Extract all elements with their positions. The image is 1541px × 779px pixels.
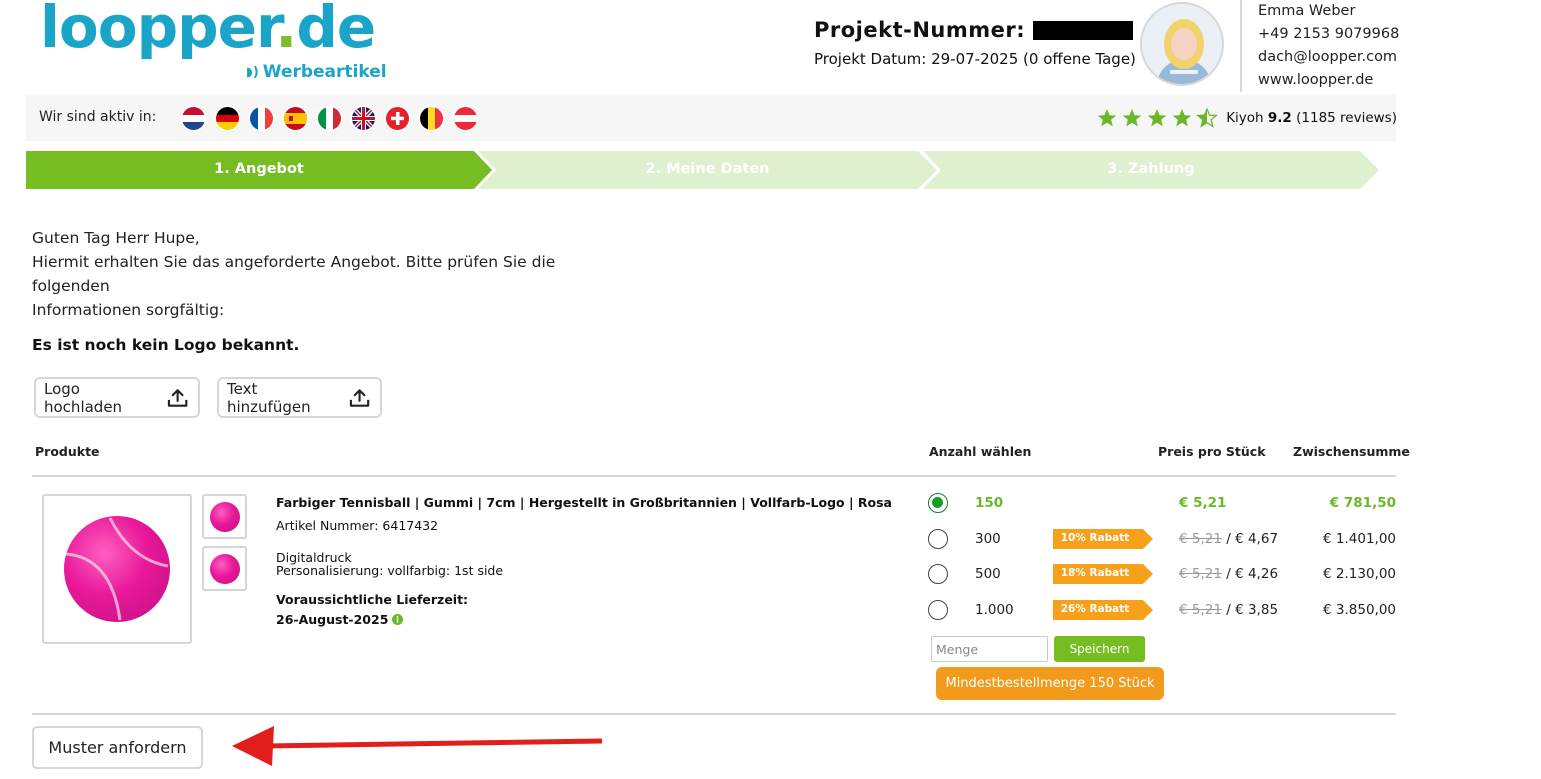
project-date: Projekt Datum: 29-07-2025 (0 offene Tage… (814, 50, 1136, 68)
flag-de-icon[interactable] (216, 107, 239, 130)
upload-icon (349, 388, 370, 407)
step-zahlung[interactable]: 3. Zahlung (923, 161, 1379, 177)
upload-logo-label: Logo hochladen (44, 379, 123, 416)
unit-price: € 5,21 / € 4,67 (1179, 531, 1279, 547)
qty-option[interactable]: 150 (975, 495, 1003, 511)
star-rating-icon (1097, 108, 1219, 128)
product-thumbnail-1[interactable] (202, 494, 247, 539)
tennis-ball-thumbnail (209, 553, 240, 584)
redacted-block (1033, 20, 1134, 40)
rating-count: (1185 reviews) (1296, 110, 1397, 126)
country-label: Wir sind aktiv in: (39, 109, 157, 125)
qty-radio-150[interactable] (928, 493, 948, 513)
delivery-label: Voraussichtliche Lieferzeit: (276, 592, 469, 607)
flag-ch-icon[interactable] (386, 107, 409, 130)
intro-text: Guten Tag Herr Hupe, Hiermit erhalten Si… (32, 226, 632, 322)
greeting: Guten Tag Herr Hupe, (32, 229, 200, 247)
logo-wordmark: loopper.de (40, 0, 376, 61)
product-image[interactable] (42, 494, 192, 644)
country-bar: Wir sind aktiv in: Kiyoh 9.2 (1185 revie… (26, 95, 1397, 141)
header-subtotal: Zwischensumme (1293, 444, 1410, 459)
qty-radio-1000[interactable] (928, 600, 948, 620)
qty-option[interactable]: 500 (975, 566, 1001, 582)
flag-fr-icon[interactable] (250, 107, 273, 130)
flag-at-icon[interactable] (454, 107, 477, 130)
qty-radio-500[interactable] (928, 564, 948, 584)
save-quantity-button[interactable]: Speichern (1054, 636, 1145, 662)
qty-option[interactable]: 1.000 (975, 602, 1014, 618)
step-meine-daten[interactable]: 2. Meine Daten (478, 161, 937, 177)
contact-email[interactable]: dach@loopper.com (1258, 46, 1399, 69)
tennis-ball-image (64, 516, 170, 622)
red-arrow-annotation (232, 726, 603, 766)
upload-icon (167, 388, 188, 407)
contact-phone[interactable]: +49 2153 9079968 (1258, 23, 1399, 46)
contact-details: Emma Weber +49 2153 9079968 dach@loopper… (1258, 0, 1399, 92)
flag-es-icon[interactable] (284, 107, 307, 130)
kiyoh-rating[interactable]: Kiyoh 9.2 (1185 reviews) (1097, 108, 1397, 128)
qty-radio-300[interactable] (928, 529, 948, 549)
person-avatar-icon (1142, 4, 1222, 84)
product-title: Farbiger Tennisball | Gummi | 7cm | Herg… (276, 495, 892, 510)
request-sample-button[interactable]: Muster anfordern (32, 726, 203, 769)
row-subtotal: € 781,50 (1329, 495, 1396, 511)
discount-badge: 26% Rabatt (1053, 600, 1153, 620)
intro-line-2: Informationen sorgfältig: (32, 301, 225, 319)
row-subtotal: € 2.130,00 (1323, 566, 1396, 582)
rating-score: 9.2 (1267, 110, 1292, 126)
flag-gb-icon[interactable] (352, 107, 375, 130)
delivery-date: 26-August-2025 (276, 612, 389, 627)
add-text-label: Text hinzufügen (227, 379, 311, 416)
discount-badge: 10% Rabatt (1053, 529, 1153, 549)
unit-price: € 5,21 / € 4,26 (1179, 566, 1279, 582)
contact-website[interactable]: www.loopper.de (1258, 69, 1399, 92)
header-products: Produkte (35, 444, 100, 459)
qty-option[interactable]: 300 (975, 531, 1001, 547)
rating-stars (1097, 108, 1219, 128)
contact-name: Emma Weber (1258, 3, 1356, 19)
delivery-date-row: 26-August-2025 (276, 612, 404, 627)
rating-provider: Kiyoh (1226, 110, 1264, 126)
header-unit-price: Preis pro Stück (1158, 444, 1266, 459)
checkout-steps: 1. Angebot 2. Meine Daten 3. Zahlung (26, 151, 1386, 189)
add-text-button[interactable]: Text hinzufügen (217, 377, 382, 418)
row-subtotal: € 1.401,00 (1323, 531, 1396, 547)
logo-tagline: ◗) Werbeartikel (246, 62, 387, 82)
intro-line-1: Hiermit erhalten Sie das angeforderte An… (32, 253, 556, 295)
flag-nl-icon[interactable] (182, 107, 205, 130)
tennis-ball-thumbnail (209, 501, 240, 532)
discount-badge: 18% Rabatt (1053, 564, 1153, 584)
quantity-input[interactable] (931, 636, 1048, 662)
row-subtotal: € 3.850,00 (1323, 602, 1396, 618)
no-logo-notice: Es ist noch kein Logo bekannt. (32, 336, 300, 354)
min-order-button[interactable]: Mindestbestellmenge 150 Stück (936, 667, 1164, 700)
project-number: Projekt-Nummer: (814, 18, 1136, 42)
contact-avatar (1140, 2, 1224, 86)
flag-it-icon[interactable] (318, 107, 341, 130)
project-info: Projekt-Nummer: Projekt Datum: 29-07-202… (814, 18, 1136, 68)
country-flags (182, 107, 477, 130)
table-divider-top (32, 475, 1396, 477)
contact-divider (1240, 0, 1242, 92)
signal-icon: ◗) (246, 64, 259, 80)
personalisation: Personalisierung: vollfarbig: 1st side (276, 563, 504, 578)
product-article-number: Artikel Nummer: 6417432 (276, 518, 439, 533)
step-angebot[interactable]: 1. Angebot (26, 161, 492, 177)
unit-price: € 5,21 / € 3,85 (1179, 602, 1279, 618)
brand-logo[interactable]: loopper.de ◗) Werbeartikel (40, 0, 400, 90)
info-icon[interactable] (392, 614, 404, 625)
product-thumbnail-2[interactable] (202, 546, 247, 591)
flag-be-icon[interactable] (420, 107, 443, 130)
table-divider-bottom (32, 713, 1396, 715)
header-quantity: Anzahl wählen (929, 444, 1032, 459)
upload-logo-button[interactable]: Logo hochladen (34, 377, 200, 418)
unit-price: € 5,21 (1179, 495, 1227, 511)
